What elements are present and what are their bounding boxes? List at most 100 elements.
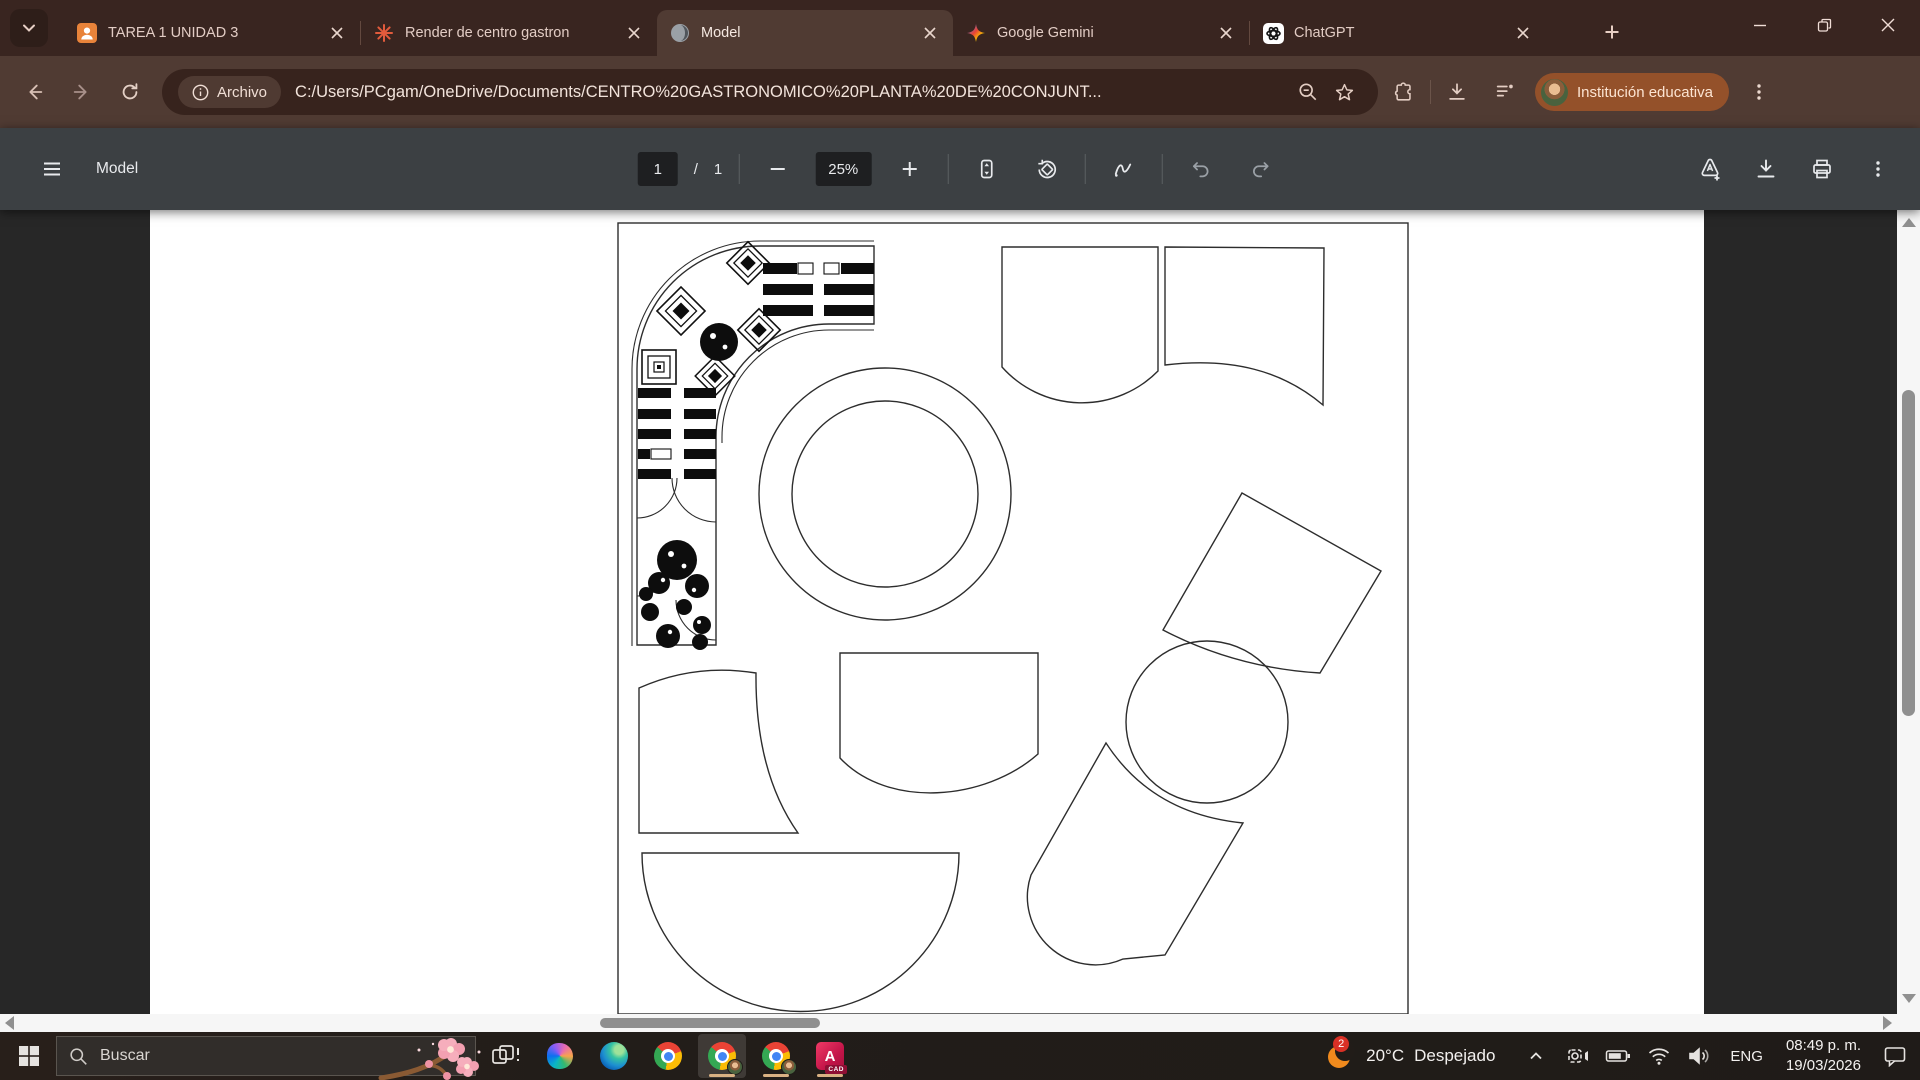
pdf-title: Model (96, 160, 138, 178)
tab-model[interactable]: Model (657, 10, 953, 56)
scroll-left-icon[interactable] (5, 1016, 14, 1030)
tab-render[interactable]: Render de centro gastron (361, 10, 657, 56)
close-icon[interactable] (326, 22, 348, 44)
toolbar-separator (1430, 80, 1431, 104)
scroll-down-icon[interactable] (1902, 994, 1916, 1003)
pdf-download-button[interactable] (1744, 147, 1788, 191)
chrome-button[interactable] (644, 1034, 692, 1078)
chatgpt-favicon (1262, 22, 1284, 44)
pdf-favicon (669, 22, 691, 44)
extensions-button[interactable] (1382, 70, 1426, 114)
tab-search-button[interactable] (10, 9, 48, 47)
zoom-out-button[interactable] (755, 147, 799, 191)
notification-center-button[interactable] (1878, 1034, 1912, 1078)
volume-button[interactable] (1683, 1034, 1717, 1078)
reading-list-button[interactable] (1483, 70, 1527, 114)
pdf-menu-button[interactable] (30, 147, 74, 191)
window-close-icon (1881, 18, 1895, 32)
profile-chip[interactable]: Institución educativa (1535, 73, 1729, 111)
reload-icon (119, 81, 141, 103)
battery-icon (1605, 1047, 1631, 1065)
back-button[interactable] (12, 70, 56, 114)
battery-button[interactable] (1601, 1034, 1635, 1078)
tabs: TAREA 1 UNIDAD 3 Render de centro gastro… (64, 10, 1546, 56)
undo-button[interactable] (1178, 147, 1222, 191)
profile-label: Institución educativa (1577, 84, 1713, 101)
horizontal-scroll-thumb[interactable] (600, 1018, 820, 1028)
tab-strip: TAREA 1 UNIDAD 3 Render de centro gastro… (0, 0, 1920, 56)
vertical-scroll-thumb[interactable] (1902, 390, 1915, 716)
restore-button[interactable] (1792, 0, 1856, 50)
autocad-button[interactable]: ACAD (806, 1034, 854, 1078)
profile-badge-avatar (727, 1059, 743, 1075)
file-scheme-chip[interactable]: Archivo (178, 76, 281, 108)
page-number-input[interactable]: 1 (638, 152, 678, 186)
url-text[interactable]: C:/Users/PCgam/OneDrive/Documents/CENTRO… (295, 83, 1290, 102)
fit-page-button[interactable] (964, 147, 1008, 191)
chrome-window-button[interactable] (752, 1034, 800, 1078)
print-button[interactable] (1800, 147, 1844, 191)
rotate-button[interactable] (1024, 147, 1068, 191)
forward-button[interactable] (60, 70, 104, 114)
redo-icon (1249, 158, 1271, 180)
tray-chevron-button[interactable] (1519, 1034, 1553, 1078)
edge-button[interactable] (590, 1034, 638, 1078)
start-button[interactable] (6, 1034, 52, 1078)
chrome-window-active-button[interactable] (698, 1034, 746, 1078)
wifi-button[interactable] (1642, 1034, 1676, 1078)
autocad-icon: ACAD (816, 1042, 844, 1070)
weather-widget[interactable]: 2 20°C Despejado (1324, 1040, 1495, 1072)
tab-gemini[interactable]: Google Gemini (953, 10, 1249, 56)
tab-tarea[interactable]: TAREA 1 UNIDAD 3 (64, 10, 360, 56)
blossom-decoration (367, 1036, 487, 1080)
taskbar-clock[interactable]: 08:49 p. m. 19/03/2026 (1786, 1036, 1861, 1076)
horizontal-scrollbar[interactable] (0, 1014, 1897, 1032)
address-bar[interactable]: Archivo C:/Users/PCgam/OneDrive/Document… (162, 69, 1378, 115)
scroll-right-icon[interactable] (1883, 1016, 1892, 1030)
downloads-icon (1446, 81, 1468, 103)
add-text-button[interactable] (1688, 147, 1732, 191)
task-view-button[interactable] (482, 1034, 530, 1078)
minimize-button[interactable] (1728, 0, 1792, 50)
close-icon[interactable] (1512, 22, 1534, 44)
classroom-favicon (76, 22, 98, 44)
close-icon[interactable] (623, 22, 645, 44)
tab-chatgpt[interactable]: ChatGPT (1250, 10, 1546, 56)
browser-window: TAREA 1 UNIDAD 3 Render de centro gastro… (0, 0, 1920, 1080)
browser-menu-button[interactable] (1737, 70, 1781, 114)
tray-chevron-icon (1528, 1048, 1544, 1064)
taskbar-search[interactable]: Buscar (56, 1036, 476, 1076)
redo-button[interactable] (1238, 147, 1282, 191)
clock-time: 08:49 p. m. (1786, 1036, 1861, 1056)
bookmark-star-icon[interactable] (1326, 74, 1362, 110)
cast-icon (1565, 1046, 1589, 1066)
reload-button[interactable] (108, 70, 152, 114)
pdf-more-button[interactable] (1856, 147, 1900, 191)
close-window-button[interactable] (1856, 0, 1920, 50)
extensions-icon (1393, 81, 1415, 103)
minimize-icon (1753, 18, 1767, 32)
new-tab-button[interactable] (1594, 14, 1630, 50)
annotate-pen-icon (1111, 157, 1135, 181)
downloads-button[interactable] (1435, 70, 1479, 114)
zoom-icon[interactable] (1290, 74, 1326, 110)
zoom-level[interactable]: 25% (815, 152, 871, 186)
vertical-scrollbar[interactable] (1897, 210, 1920, 1014)
copilot-button[interactable] (536, 1034, 584, 1078)
weather-moon-icon: 2 (1324, 1040, 1356, 1072)
annotate-button[interactable] (1101, 147, 1145, 191)
tab-title: Render de centro gastron (405, 25, 613, 41)
scroll-up-icon[interactable] (1902, 218, 1916, 227)
search-placeholder: Buscar (100, 1047, 150, 1065)
cast-button[interactable] (1560, 1034, 1594, 1078)
pdf-content-area[interactable] (0, 210, 1920, 1032)
close-icon[interactable] (919, 22, 941, 44)
zoom-in-button[interactable] (887, 147, 931, 191)
close-icon[interactable] (1215, 22, 1237, 44)
taskbar-right: 2 20°C Despejado (1324, 1034, 1920, 1078)
download-icon (1754, 157, 1778, 181)
chip-label: Archivo (217, 84, 267, 101)
menu-dots-icon (1750, 83, 1768, 101)
language-indicator[interactable]: ENG (1730, 1048, 1763, 1065)
flower-bud (443, 1072, 451, 1080)
